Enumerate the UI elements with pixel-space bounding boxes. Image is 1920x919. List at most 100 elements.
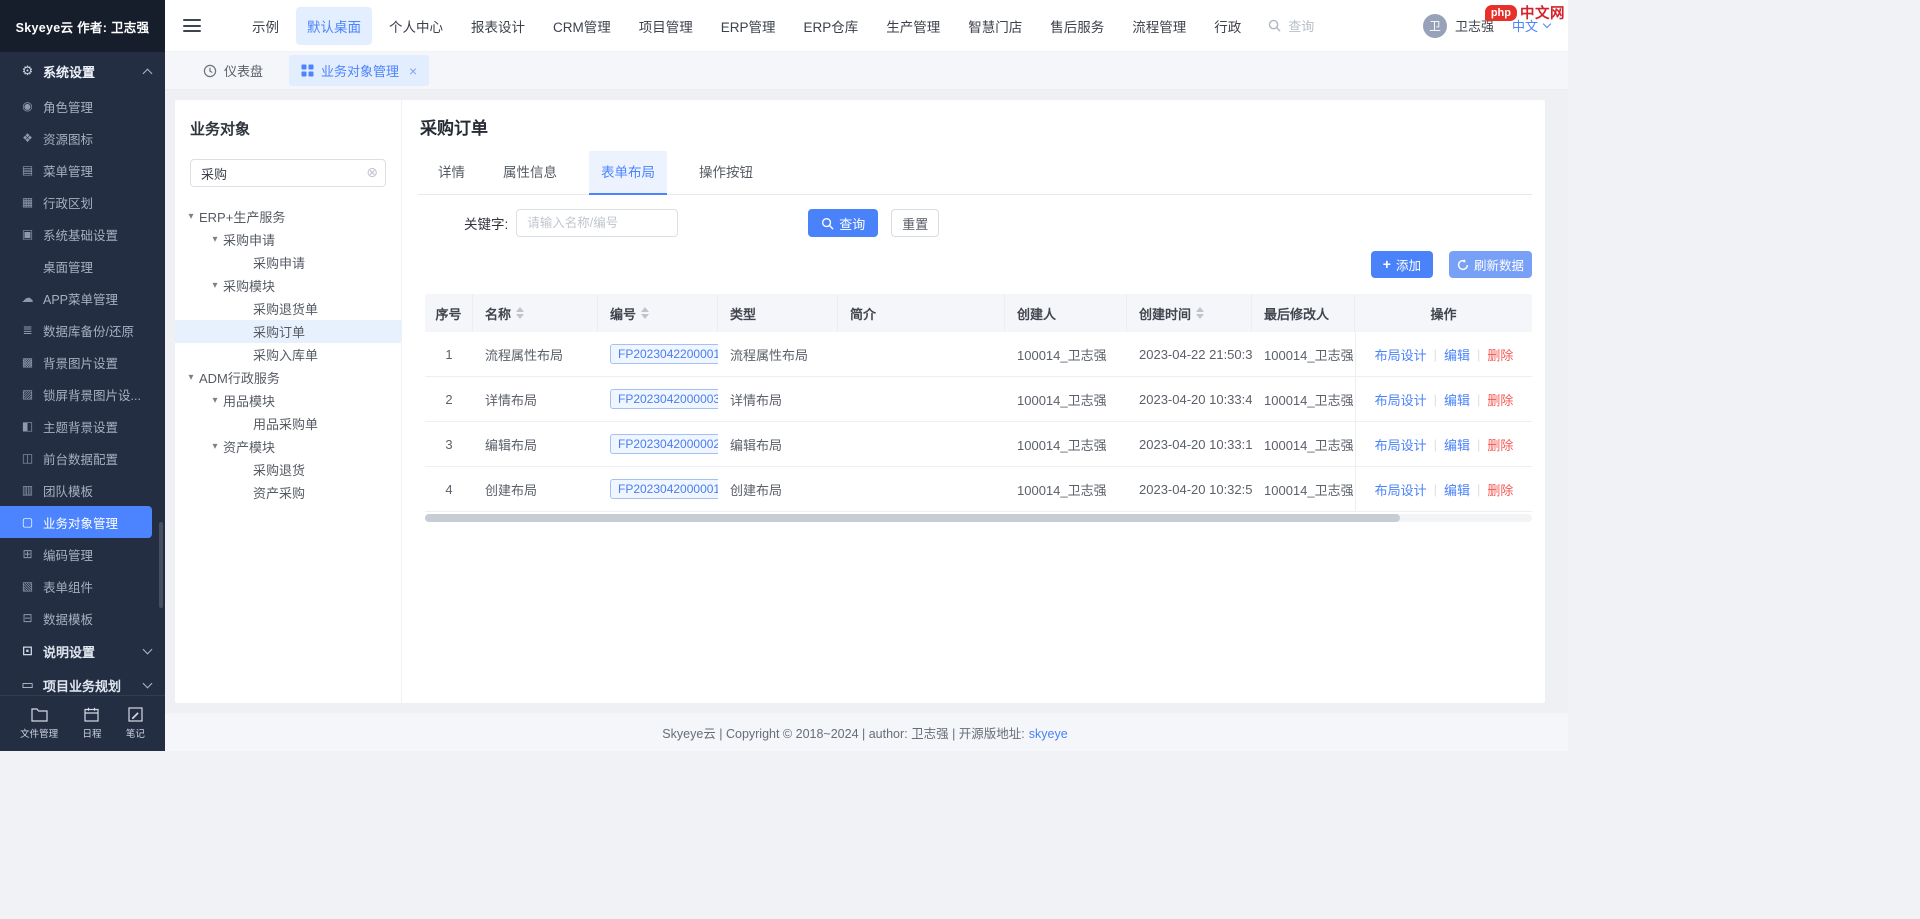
sidebar-item-system-basic-settings[interactable]: ▣系统基础设置: [0, 218, 165, 250]
delete-link[interactable]: 删除: [1487, 435, 1513, 454]
sidebar-item-team-templates[interactable]: ▥团队模板: [0, 474, 165, 506]
file-manager-button[interactable]: 文件管理: [20, 707, 58, 740]
close-icon[interactable]: ×: [409, 64, 417, 78]
layout-design-link[interactable]: 布局设计: [1375, 345, 1427, 364]
layout-design-link[interactable]: 布局设计: [1375, 480, 1427, 499]
topnav-tab-default-desktop[interactable]: 默认桌面: [296, 7, 372, 45]
layout-design-link[interactable]: 布局设计: [1375, 435, 1427, 454]
edit-link[interactable]: 编辑: [1444, 480, 1470, 499]
delete-link[interactable]: 删除: [1487, 390, 1513, 409]
tree-node-purchase-return-order[interactable]: 采购退货单: [175, 297, 401, 320]
scrollbar-thumb[interactable]: [425, 514, 1400, 522]
notes-button[interactable]: 笔记: [126, 707, 145, 740]
sidebar-item-admin-districts[interactable]: ▦行政区划: [0, 186, 165, 218]
topnav-tab-production[interactable]: 生产管理: [875, 7, 951, 45]
sidebar-scrollbar[interactable]: [159, 522, 163, 608]
sidebar-item-data-templates[interactable]: ⊟数据模板: [0, 602, 165, 634]
tree-node-purchase-inbound-order[interactable]: 采购入库单: [175, 343, 401, 366]
schedule-button[interactable]: 日程: [82, 707, 101, 740]
topnav-tab-personal-center[interactable]: 个人中心: [378, 7, 454, 45]
keyword-input[interactable]: [516, 209, 678, 237]
tree-node-asset-module[interactable]: ▾资产模块: [175, 435, 401, 458]
topnav-tab-administration[interactable]: 行政: [1203, 7, 1252, 45]
tab-business-object-management[interactable]: 业务对象管理 ×: [289, 55, 429, 86]
sidebar-item-theme-background-settings[interactable]: ◧主题背景设置: [0, 410, 165, 442]
clear-icon[interactable]: ⊗: [366, 165, 378, 179]
caret-down-icon[interactable]: ▾: [183, 372, 199, 383]
topnav-tab-crm[interactable]: CRM管理: [542, 7, 622, 45]
delete-link[interactable]: 删除: [1487, 480, 1513, 499]
sidebar-section-project-business-planning[interactable]: ▭ 项目业务规划: [0, 668, 165, 695]
tree-node-erp-production-service[interactable]: ▾ERP+生产服务: [175, 205, 401, 228]
tree-node-purchase-module[interactable]: ▾采购模块: [175, 274, 401, 297]
global-search[interactable]: 查询: [1268, 16, 1314, 35]
caret-down-icon[interactable]: ▾: [207, 441, 223, 452]
sort-icon[interactable]: [516, 303, 524, 323]
sidebar-section-description-settings[interactable]: ⊡ 说明设置: [0, 634, 165, 668]
edit-link[interactable]: 编辑: [1444, 435, 1470, 454]
layout-design-link[interactable]: 布局设计: [1375, 390, 1427, 409]
delete-link[interactable]: 删除: [1487, 345, 1513, 364]
tab-action-buttons[interactable]: 操作按钮: [693, 151, 759, 194]
sort-icon[interactable]: [641, 303, 649, 323]
table-row: 4 创建布局 FP2023042000001 创建布局 100014_卫志强 2…: [425, 467, 1532, 512]
tab-details[interactable]: 详情: [432, 151, 471, 194]
tree-search-input[interactable]: [190, 159, 386, 187]
sidebar-item-menu-management[interactable]: ▤菜单管理: [0, 154, 165, 186]
sidebar-item-app-menu-management[interactable]: ☁APP菜单管理: [0, 282, 165, 314]
collapse-menu-icon[interactable]: [183, 19, 201, 32]
sidebar-item-background-image-settings[interactable]: ▩背景图片设置: [0, 346, 165, 378]
tree-node-purchase-return[interactable]: 采购退货: [175, 458, 401, 481]
tree-node-asset-purchase[interactable]: 资产采购: [175, 481, 401, 504]
note-pencil-icon: [128, 707, 143, 722]
add-button[interactable]: + 添加: [1371, 251, 1433, 278]
code-tag: FP2023042000003: [610, 389, 718, 409]
column-header-code[interactable]: 编号: [598, 294, 718, 332]
sort-icon[interactable]: [1196, 303, 1204, 323]
column-header-created[interactable]: 创建时间: [1127, 294, 1252, 332]
topnav-tab-project-management[interactable]: 项目管理: [628, 7, 704, 45]
sidebar-section-system-settings[interactable]: ⚙ 系统设置: [0, 52, 165, 90]
topnav-tab-erp[interactable]: ERP管理: [710, 7, 787, 45]
reset-button[interactable]: 重置: [891, 209, 939, 237]
horizontal-scrollbar[interactable]: [425, 514, 1532, 522]
sidebar-item-business-object-management[interactable]: ▢业务对象管理: [0, 506, 152, 538]
tab-attribute-info[interactable]: 属性信息: [497, 151, 563, 194]
cell-desc: [838, 422, 1005, 466]
tree-node-supplies-purchase-order[interactable]: 用品采购单: [175, 412, 401, 435]
sidebar-item-role-management[interactable]: ◉角色管理: [0, 90, 165, 122]
sidebar-item-desktop-management[interactable]: 桌面管理: [0, 250, 165, 282]
lockscreen-image-icon: ▨: [18, 387, 37, 401]
tree-node-supplies-module[interactable]: ▾用品模块: [175, 389, 401, 412]
caret-down-icon[interactable]: ▾: [207, 280, 223, 291]
edit-link[interactable]: 编辑: [1444, 390, 1470, 409]
topnav-tab-erp-warehouse[interactable]: ERP仓库: [793, 7, 870, 45]
avatar[interactable]: 卫: [1423, 14, 1447, 38]
tree-node-adm-service[interactable]: ▾ADM行政服务: [175, 366, 401, 389]
sidebar-item-frontend-data-config[interactable]: ◫前台数据配置: [0, 442, 165, 474]
tab-dashboard[interactable]: 仪表盘: [203, 61, 263, 80]
caret-down-icon[interactable]: ▾: [207, 234, 223, 245]
caret-down-icon[interactable]: ▾: [207, 395, 223, 406]
topnav-tab-workflow[interactable]: 流程管理: [1121, 7, 1197, 45]
tree-node-purchase-request[interactable]: 采购申请: [175, 251, 401, 274]
sidebar-item-code-management[interactable]: ⊞编码管理: [0, 538, 165, 570]
tree-node-purchase-request-group[interactable]: ▾采购申请: [175, 228, 401, 251]
sidebar-item-db-backup-restore[interactable]: ≣数据库备份/还原: [0, 314, 165, 346]
tree-node-purchase-order[interactable]: 采购订单: [175, 320, 401, 343]
sidebar-item-label: 资源图标: [43, 129, 93, 148]
refresh-data-button[interactable]: 刷新数据: [1449, 251, 1532, 278]
sidebar-item-lockscreen-background-settings[interactable]: ▨锁屏背景图片设...: [0, 378, 165, 410]
search-button[interactable]: 查询: [808, 209, 878, 237]
topnav-tab-examples[interactable]: 示例: [241, 7, 290, 45]
topnav-tab-report-design[interactable]: 报表设计: [460, 7, 536, 45]
topnav-tab-after-sales[interactable]: 售后服务: [1039, 7, 1115, 45]
sidebar-item-resource-icons[interactable]: ❖资源图标: [0, 122, 165, 154]
topnav-tab-smart-store[interactable]: 智慧门店: [957, 7, 1033, 45]
skyeye-link[interactable]: skyeye: [1029, 727, 1068, 741]
edit-link[interactable]: 编辑: [1444, 345, 1470, 364]
column-header-name[interactable]: 名称: [473, 294, 598, 332]
caret-down-icon[interactable]: ▾: [183, 211, 199, 222]
tab-form-layout[interactable]: 表单布局: [589, 151, 667, 195]
sidebar-item-form-components[interactable]: ▧表单组件: [0, 570, 165, 602]
